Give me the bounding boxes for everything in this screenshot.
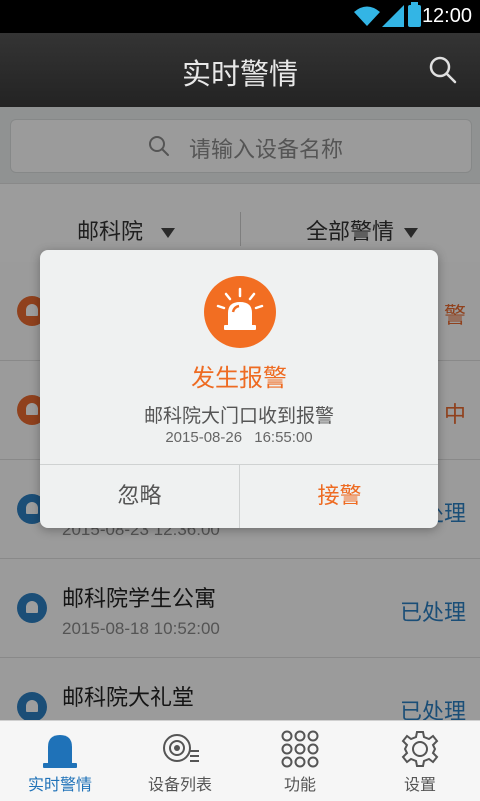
accept-alarm-button[interactable]: 接警 bbox=[240, 465, 438, 528]
dialog-title: 发生报警 bbox=[191, 364, 287, 392]
tab-functions[interactable]: 功能 bbox=[240, 721, 360, 801]
bottom-tab-bar: 实时警情 设备列表 功能 设置 bbox=[0, 720, 480, 801]
tab-realtime-alarm[interactable]: 实时警情 bbox=[0, 721, 120, 801]
tab-label: 设备列表 bbox=[147, 775, 212, 794]
grid-icon bbox=[281, 730, 319, 768]
alarm-dialog: 发生报警 邮科院大门口收到报警 2015-08-26 16:55:00 忽略 接… bbox=[40, 250, 438, 528]
tab-label: 实时警情 bbox=[27, 775, 92, 794]
search-icon[interactable] bbox=[428, 55, 458, 85]
wifi-icon bbox=[354, 6, 380, 26]
alarm-siren-icon bbox=[204, 276, 276, 348]
battery-icon bbox=[408, 2, 421, 27]
dialog-message: 邮科院大门口收到报警 bbox=[143, 405, 334, 427]
dialog-button-bar: 忽略 接警 bbox=[40, 464, 438, 528]
status-time: 12:00 bbox=[421, 5, 472, 27]
camera-list-icon bbox=[163, 734, 199, 762]
page-title: 实时警情 bbox=[181, 57, 298, 91]
status-bar: 12:00 bbox=[0, 0, 480, 33]
tab-label: 设置 bbox=[403, 775, 436, 794]
title-bar: 实时警情 bbox=[0, 33, 480, 107]
tab-device-list[interactable]: 设备列表 bbox=[120, 721, 240, 801]
signal-icon bbox=[382, 5, 404, 27]
gear-icon bbox=[401, 731, 439, 767]
siren-icon bbox=[43, 735, 77, 768]
tab-settings[interactable]: 设置 bbox=[360, 721, 480, 801]
ignore-button[interactable]: 忽略 bbox=[40, 465, 240, 528]
tab-label: 功能 bbox=[283, 775, 316, 794]
dialog-time: 2015-08-26 16:55:00 bbox=[165, 429, 313, 446]
